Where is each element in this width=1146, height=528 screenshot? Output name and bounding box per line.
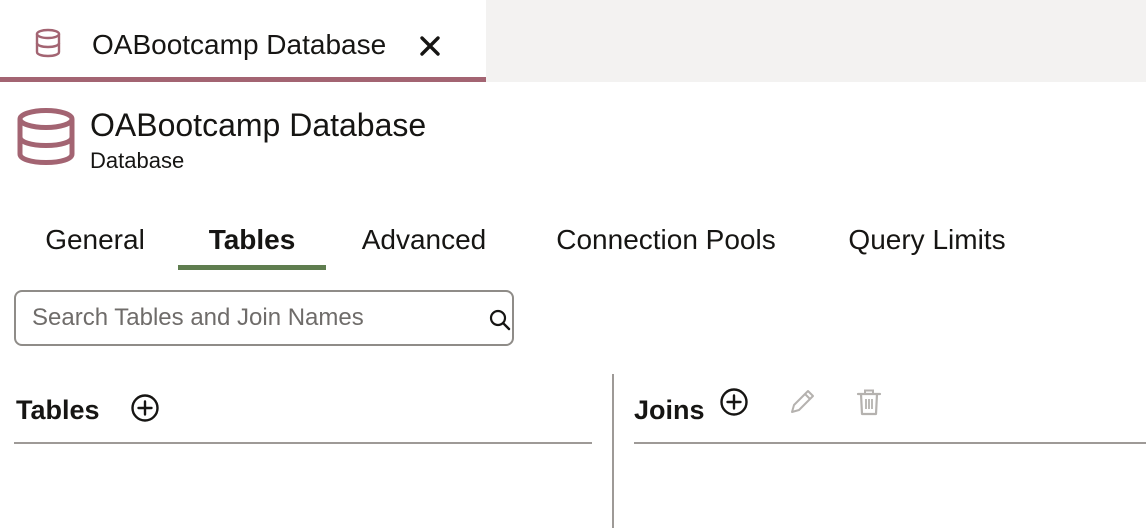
database-editor: OABootcamp Database OABootcamp Database …	[0, 0, 1146, 528]
page-subtitle: Database	[90, 148, 185, 173]
database-icon	[17, 108, 75, 166]
tables-divider	[14, 442, 592, 444]
tab-advanced[interactable]: Advanced	[350, 212, 498, 270]
trash-icon	[856, 389, 882, 416]
search-box	[14, 290, 514, 346]
tab-tables[interactable]: Tables	[178, 212, 326, 270]
document-tab-title: OABootcamp Database	[92, 29, 387, 60]
search-input[interactable]	[32, 292, 462, 344]
close-icon	[420, 36, 440, 56]
page-title: OABootcamp Database	[90, 107, 427, 143]
section-tabs: General Tables Advanced Connection Pools…	[0, 212, 1146, 272]
document-tab-strip: OABootcamp Database	[0, 0, 1146, 82]
search-icon[interactable]	[488, 308, 512, 332]
tab-connection-pools[interactable]: Connection Pools	[542, 212, 790, 270]
joins-divider	[634, 442, 1146, 444]
database-icon	[35, 28, 61, 58]
tab-general[interactable]: General	[36, 212, 154, 270]
delete-join-button[interactable]	[853, 386, 885, 418]
document-tab[interactable]: OABootcamp Database	[0, 0, 486, 82]
edit-join-button[interactable]	[786, 386, 818, 418]
tables-heading: Tables	[16, 395, 100, 425]
close-tab-button[interactable]	[414, 30, 446, 62]
add-table-button[interactable]	[129, 392, 161, 424]
joins-heading: Joins	[634, 395, 705, 425]
pencil-icon	[791, 390, 814, 413]
tab-query-limits[interactable]: Query Limits	[834, 212, 1020, 270]
panel-separator	[612, 374, 614, 528]
add-join-button[interactable]	[718, 386, 750, 418]
